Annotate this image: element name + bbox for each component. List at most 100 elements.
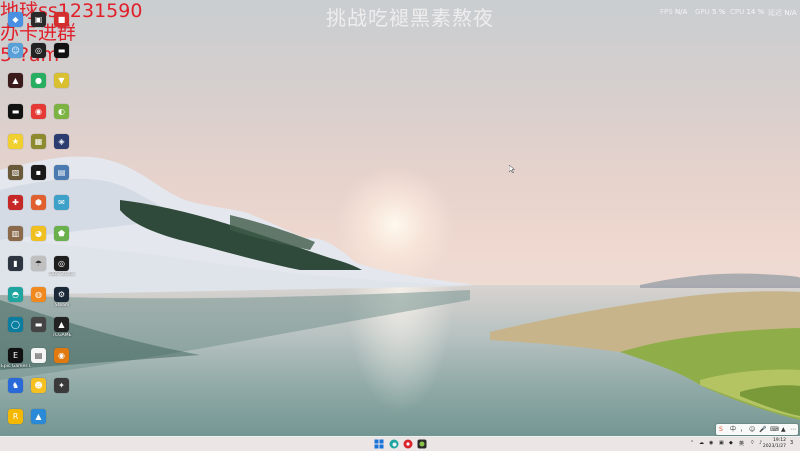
desktop-icon[interactable]: ⬢ (27, 195, 51, 225)
steam-icon: ⚙ (54, 286, 69, 302)
edge-icon: ◓ (8, 286, 23, 302)
gpu-label: GPU (695, 8, 710, 16)
ime-more-icon[interactable]: ⋯ (790, 425, 796, 434)
desktop-icon[interactable]: ▪ (27, 164, 51, 195)
network-icon[interactable]: ⌔ (750, 440, 755, 446)
desktop-icon[interactable]: ◉ (50, 347, 74, 378)
desktop-icon[interactable]: ☂ (27, 256, 51, 286)
app-icon: ◈ (54, 134, 69, 149)
desktop-icon[interactable]: ▣ (27, 12, 51, 42)
app-icon: ▬ (31, 317, 46, 332)
app-icon: ◎ (31, 42, 46, 58)
clock-date: 2023/1/27 (762, 443, 786, 449)
app-icon: ✉ (54, 195, 69, 210)
desktop-icon[interactable]: ✦ (50, 378, 74, 408)
desktop-icon[interactable]: ⚙ Steam (50, 286, 74, 317)
ime-toolbar[interactable]: S 中 ， ☺ 🎤 ⌨ ▲ ⋯ (716, 424, 798, 435)
desktop-wallpaper (0, 0, 800, 438)
desktop-icon[interactable]: ☻ (27, 378, 51, 408)
app-icon: ⬢ (31, 195, 46, 210)
tray-app-icon[interactable]: ◆ (729, 440, 733, 446)
desktop-icon[interactable]: ▥ (4, 225, 28, 256)
desktop-icon[interactable]: ✉ (50, 195, 74, 225)
desktop-icon[interactable]: R (4, 408, 28, 439)
tray-app-icon[interactable]: ▣ (719, 440, 724, 446)
desktop-icon[interactable]: EEpic Games Launcher (1, 347, 31, 378)
desktop-icon[interactable]: ▲ TCGAME (50, 317, 74, 347)
desktop-icon[interactable]: ■ (50, 12, 74, 42)
fps-readout: FPS N/A (660, 8, 687, 18)
ime-voice-icon[interactable]: 🎤 (759, 425, 766, 434)
tray-overflow-chevron-icon[interactable]: ⌃ (690, 440, 694, 446)
gpu-readout: GPU 5 % (695, 8, 725, 18)
obs-studio-icon: ◎ (54, 256, 69, 271)
tray-app-icon[interactable]: ☁ (699, 440, 704, 446)
start-windows-icon[interactable] (374, 439, 384, 449)
ime-mode-toggle[interactable]: 中 (730, 425, 736, 434)
desktop-icon[interactable]: ▬ (27, 317, 51, 347)
app-icon: ⬟ (54, 225, 69, 241)
desktop-icon[interactable]: ▤ (27, 347, 51, 378)
ime-punctuation-toggle[interactable]: ， (740, 425, 746, 434)
desktop-icon[interactable]: ⬟ (50, 225, 74, 256)
ime-logo-icon[interactable]: S (719, 425, 723, 434)
app-icon: ▣ (31, 12, 46, 27)
desktop-icon[interactable]: ▬ (4, 103, 28, 134)
ime-keyboard-icon[interactable]: ⌨ (770, 425, 779, 434)
desktop-icon[interactable]: ● (27, 73, 51, 103)
desktop-icon[interactable]: ▲ (27, 408, 51, 439)
taskbar: ⌃ ☁ ◉ ▣ ◆ 英 ⌔ ♪ 19:12 2023/1/27 3 (0, 436, 800, 451)
desktop-icon[interactable]: ▦ (27, 134, 51, 164)
desktop-icon[interactable]: ◎ OBS Studio (49, 256, 75, 286)
desktop-icon[interactable]: ▬ (50, 42, 74, 73)
app-icon: ☂ (31, 256, 46, 271)
desktop-icon[interactable]: ✚ (4, 195, 28, 225)
app-icon: ◐ (54, 103, 69, 119)
desktop-icon[interactable]: ◆ (4, 12, 28, 42)
desktop-icon[interactable]: ★ (4, 134, 28, 164)
fps-value: N/A (674, 8, 688, 16)
app-icon: ■ (54, 12, 69, 27)
desktop-icon[interactable]: ◉ (27, 103, 51, 134)
wallpaper-landscape (0, 156, 800, 420)
desktop-icon-label: Steam (54, 302, 70, 308)
desktop-icon[interactable]: ☺ (4, 42, 28, 73)
desktop-icon[interactable]: ◎ (27, 42, 51, 73)
app-taskbar-icon[interactable] (417, 439, 427, 449)
desktop-icon[interactable]: ◐ (50, 103, 74, 134)
app-icon: ◆ (8, 12, 23, 27)
latency-value: N/A (784, 9, 797, 17)
desktop-icon[interactable]: ◯ (4, 317, 28, 347)
app-icon: ▧ (8, 164, 23, 180)
desktop-icon[interactable]: ◓ (4, 286, 28, 317)
cpu-label: CPU (730, 8, 745, 16)
desktop-icon[interactable]: ▮ (4, 256, 28, 286)
desktop-icon[interactable]: ◕ (27, 225, 51, 256)
ime-emoji-icon[interactable]: ☺ (749, 425, 755, 434)
desktop-icon[interactable]: ◈ (50, 134, 74, 164)
mouse-cursor-icon (509, 165, 515, 173)
app-icon: ▲ (8, 73, 23, 88)
desktop-icon[interactable]: ◍ (27, 286, 51, 317)
notification-badge[interactable]: 3 (790, 440, 793, 446)
tray-app-icon[interactable]: ◉ (709, 440, 713, 446)
desktop-icon[interactable]: ▧ (4, 164, 28, 195)
epic-games-icon: E (8, 347, 23, 363)
fps-label: FPS (660, 8, 673, 16)
taskbar-clock[interactable]: 19:12 2023/1/27 (763, 438, 786, 449)
app-icon: ▬ (8, 103, 23, 119)
desktop-icon[interactable]: ♞ (4, 378, 28, 408)
desktop-icon[interactable]: ▼ (50, 73, 74, 103)
app-icon: ✦ (54, 378, 69, 393)
ime-skin-icon[interactable]: ▲ (781, 425, 786, 434)
app-taskbar-icon[interactable] (403, 439, 413, 449)
app-icon: ☻ (31, 378, 46, 393)
tray-language-indicator[interactable]: 英 (739, 440, 744, 447)
app-icon: ◉ (54, 347, 69, 363)
app-icon: ▼ (54, 73, 69, 88)
edge-taskbar-icon[interactable] (389, 439, 399, 449)
desktop-icon[interactable]: ▤ (50, 164, 74, 195)
app-icon: ▬ (54, 42, 69, 58)
volume-icon[interactable]: ♪ (759, 440, 762, 446)
desktop-icon[interactable]: ▲ (4, 73, 28, 103)
